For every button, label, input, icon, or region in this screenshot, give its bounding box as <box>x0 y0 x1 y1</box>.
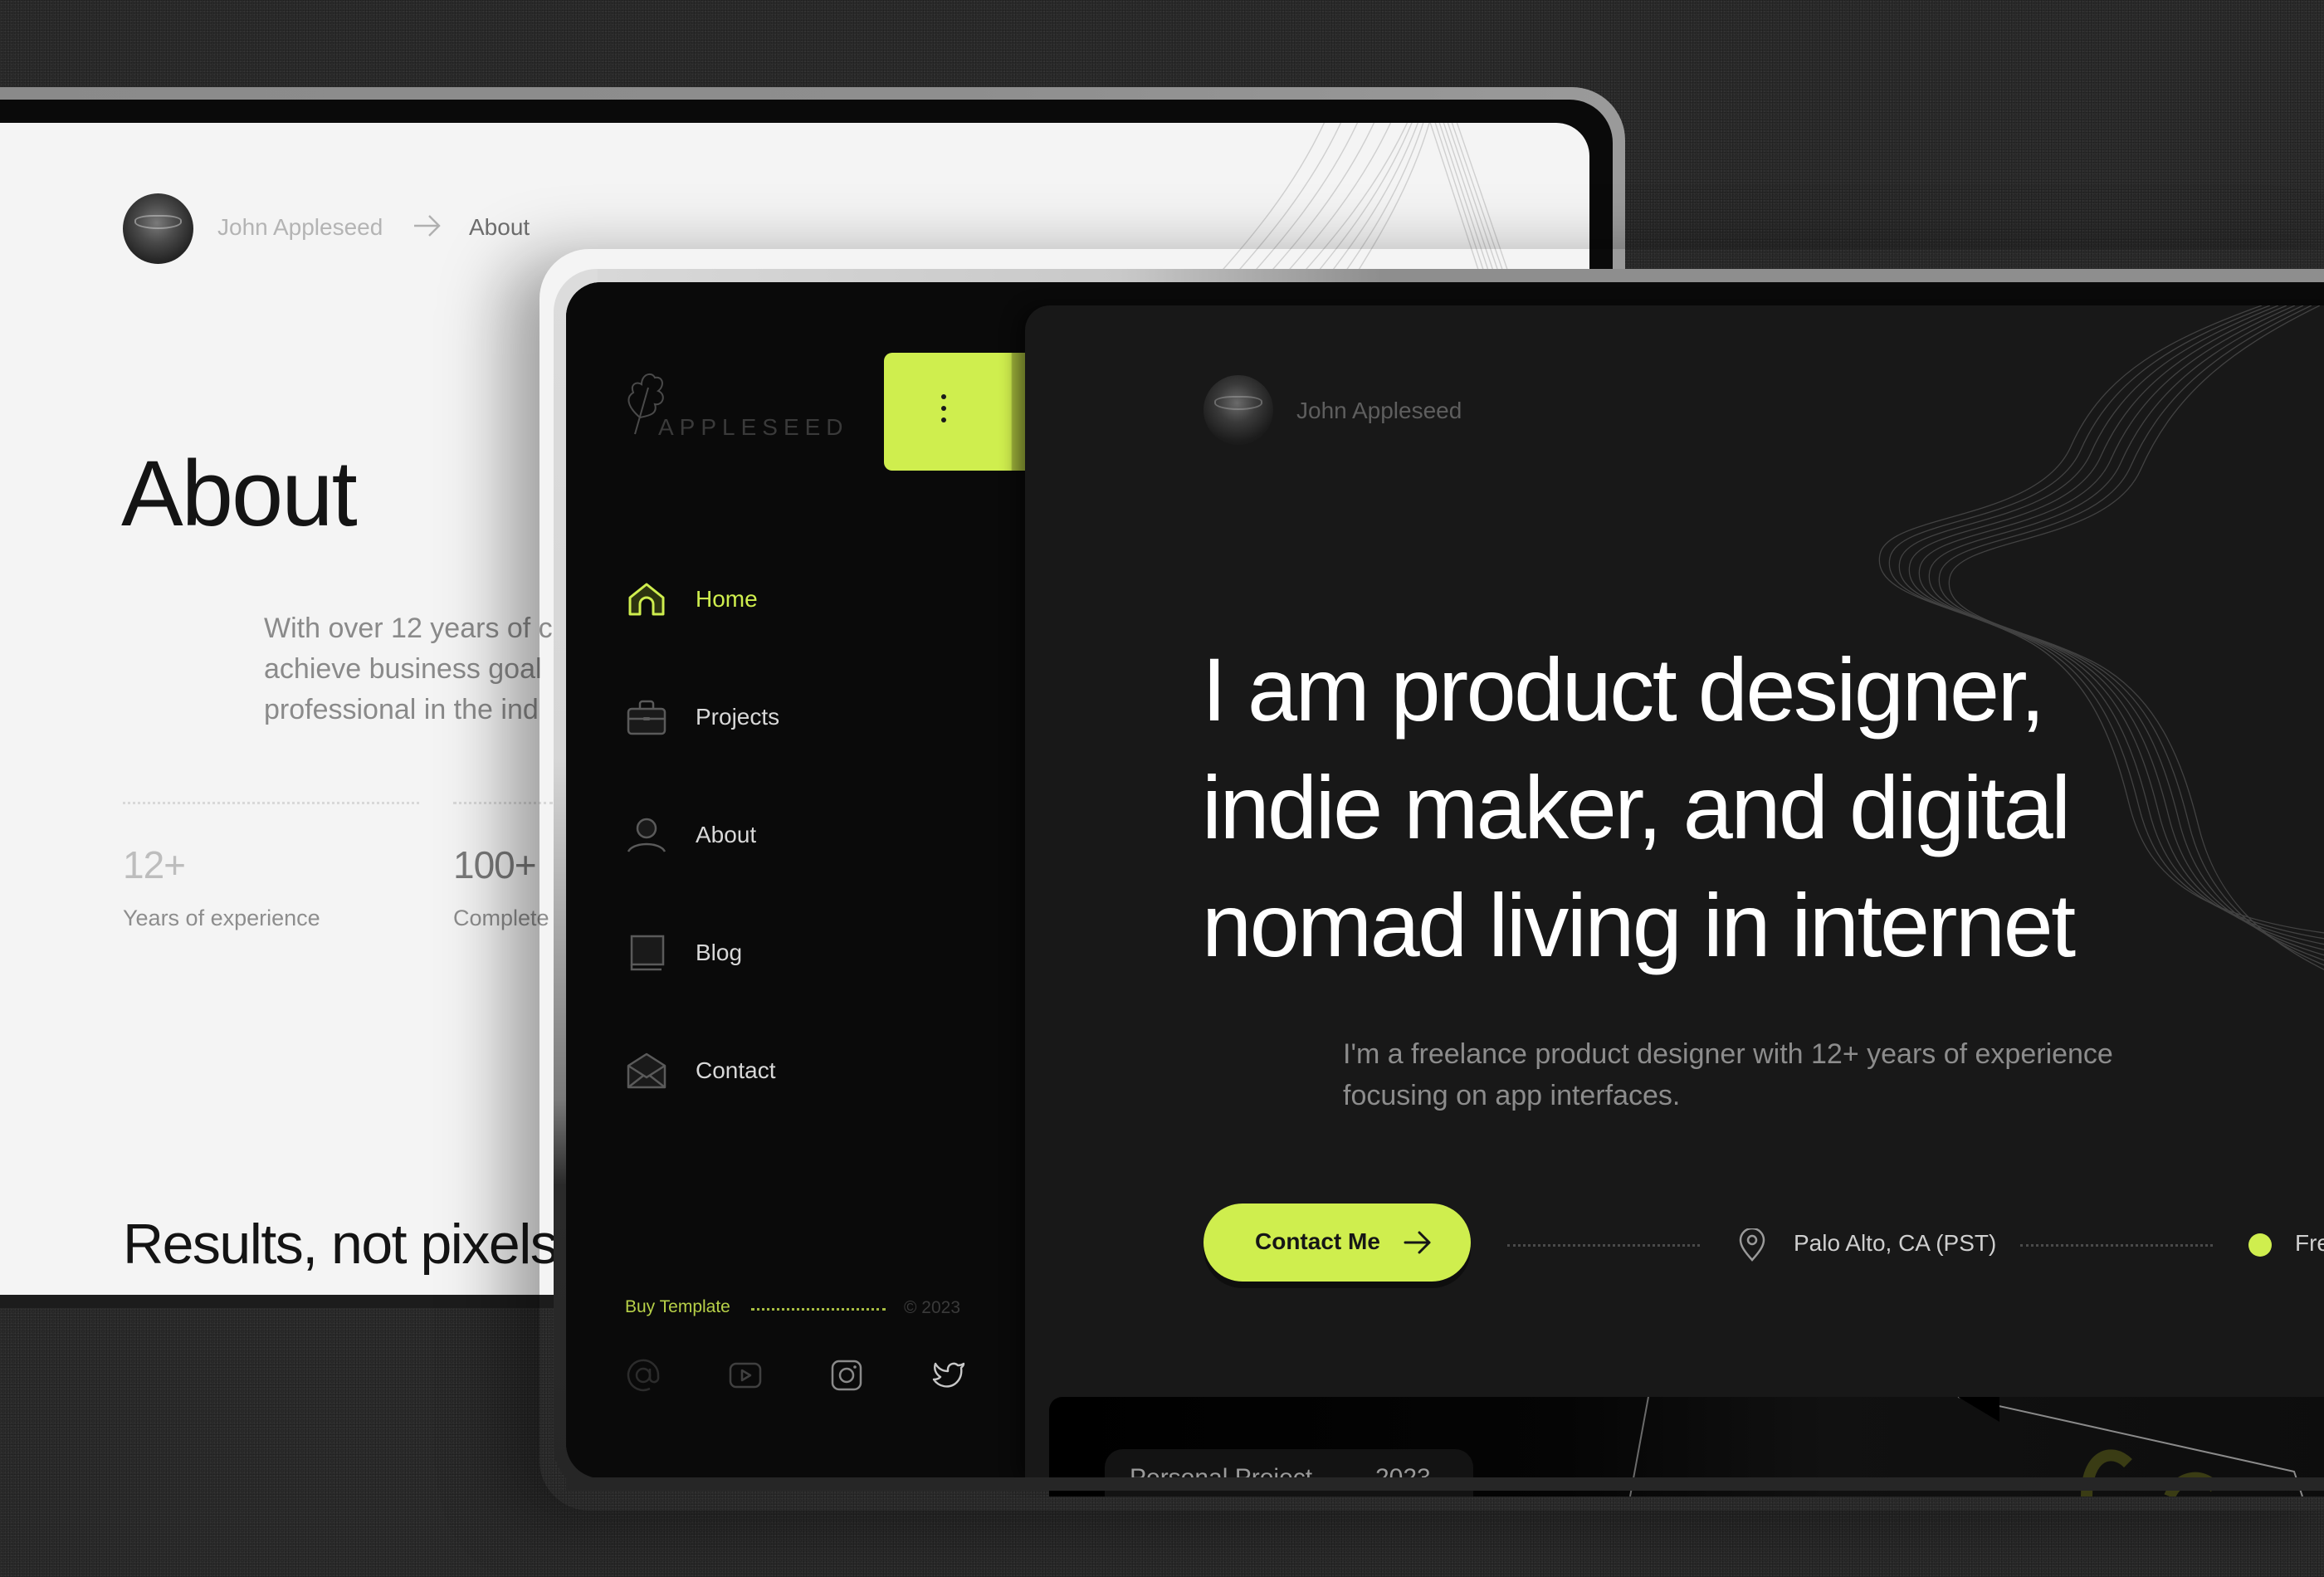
availability-status: Fre <box>2295 1230 2324 1256</box>
hero-subtitle-line: I'm a freelance product designer with 12… <box>1343 1038 2113 1070</box>
avatar <box>1204 375 1273 445</box>
hero-heading: I am product designer, indie maker, and … <box>1202 631 2076 984</box>
nav-item-about[interactable]: About <box>627 810 992 860</box>
location-text: Palo Alto, CA (PST) <box>1794 1230 1997 1256</box>
home-icon <box>628 583 665 616</box>
breadcrumb-home[interactable]: John Appleseed <box>217 214 383 241</box>
youtube-icon[interactable] <box>727 1357 764 1394</box>
buy-template-link[interactable]: Buy Template <box>625 1297 730 1317</box>
twitter-icon[interactable] <box>930 1357 967 1394</box>
nav-item-projects[interactable]: Projects <box>627 692 992 742</box>
nav-label: Home <box>696 586 758 612</box>
contact-me-button[interactable]: Contact Me <box>1204 1204 1471 1282</box>
info-divider <box>2020 1244 2213 1247</box>
stat-label: Complete <box>453 906 549 930</box>
section-title: Results, not pixels <box>123 1213 559 1276</box>
nav-label: Projects <box>696 704 780 730</box>
stat-divider <box>123 802 419 804</box>
more-vertical-icon <box>940 394 947 429</box>
front-device-bottom-bezel <box>566 1477 2324 1491</box>
stat-label: Years of experience <box>123 906 320 930</box>
copyright: © 2023 <box>904 1298 961 1317</box>
user-icon <box>627 818 666 852</box>
location-pin-icon <box>1739 1228 1765 1262</box>
briefcase-icon <box>627 700 666 735</box>
logo[interactable]: APPLESEED <box>627 369 843 444</box>
avatar <box>123 193 193 264</box>
mail-open-icon <box>627 1052 666 1089</box>
hero-heading-line: indie maker, and digital <box>1202 757 2071 857</box>
about-paragraph: With over 12 years of c achieve business… <box>264 608 553 730</box>
info-divider <box>1507 1244 1700 1247</box>
footer-divider <box>751 1308 886 1311</box>
paragraph-line: professional in the ind <box>264 694 539 725</box>
page-title: About <box>121 442 358 545</box>
nav-item-blog[interactable]: Blog <box>627 928 992 978</box>
nav-label: Blog <box>696 940 743 965</box>
stat-value: 12+ <box>123 843 186 886</box>
status-indicator <box>2248 1233 2272 1257</box>
front-device-frame-top <box>598 269 2324 282</box>
hero-heading-line: nomad living in internet <box>1202 875 2076 975</box>
contact-me-label: Contact Me <box>1255 1228 1380 1254</box>
profile-name: John Appleseed <box>1296 398 1462 423</box>
hero-subtitle: I'm a freelance product designer with 12… <box>1343 1033 2113 1116</box>
hero-subtitle-line: focusing on app interfaces. <box>1343 1080 1681 1111</box>
menu-button[interactable] <box>884 353 1025 471</box>
arrow-right-icon <box>414 215 441 237</box>
stat-divider <box>453 802 553 804</box>
at-sign-icon[interactable] <box>625 1357 662 1394</box>
book-icon <box>630 935 665 971</box>
instagram-icon[interactable] <box>828 1357 865 1394</box>
nav-label: Contact <box>696 1057 776 1083</box>
paragraph-line: With over 12 years of c <box>264 613 553 644</box>
arrow-right-icon <box>1404 1231 1431 1254</box>
logo-text: APPLESEED <box>658 414 849 440</box>
stat-value: 100+ <box>453 843 537 886</box>
nav-label: About <box>696 822 757 847</box>
paragraph-line: achieve business goal <box>264 653 542 685</box>
hero-heading-line: I am product designer, <box>1202 639 2045 740</box>
nav-item-home[interactable]: Home <box>627 574 992 624</box>
nav-item-contact[interactable]: Contact <box>627 1046 992 1096</box>
breadcrumb-current: About <box>469 214 530 240</box>
